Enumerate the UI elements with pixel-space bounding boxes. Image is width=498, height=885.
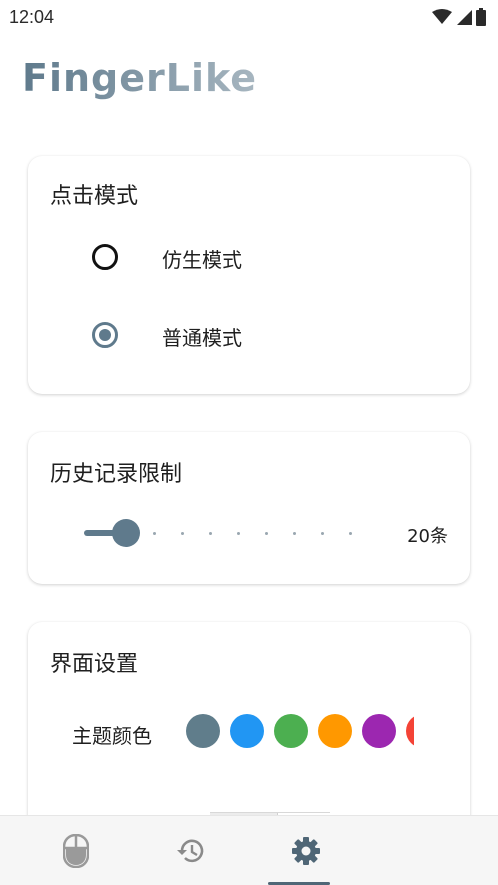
radio-option-normal[interactable]: 普通模式	[28, 310, 470, 360]
slider-tick	[348, 532, 352, 535]
theme-color-swatch[interactable]	[406, 714, 414, 748]
slider-tick	[292, 532, 296, 535]
theme-color-swatches	[186, 714, 414, 750]
history-limit-slider[interactable]	[84, 518, 354, 548]
slider-thumb[interactable]	[112, 519, 140, 547]
theme-color-label: 主题颜色	[72, 724, 152, 748]
bottom-navigation	[0, 815, 498, 885]
nav-item-mouse[interactable]	[16, 816, 136, 885]
theme-color-swatch[interactable]	[318, 714, 352, 748]
history-icon	[177, 839, 204, 863]
radio-option-bionic[interactable]: 仿生模式	[28, 232, 470, 282]
ui-settings-title: 界面设置	[50, 652, 139, 677]
history-limit-card: 历史记录限制 20条	[28, 432, 470, 584]
status-icons	[432, 8, 486, 26]
signal-icon	[457, 10, 472, 25]
slider-tick	[264, 532, 268, 535]
theme-color-swatch[interactable]	[274, 714, 308, 748]
battery-icon	[476, 8, 486, 26]
click-mode-card: 点击模式 仿生模式 普通模式	[28, 156, 470, 394]
status-bar: 12:04	[0, 0, 498, 34]
theme-color-swatch[interactable]	[362, 714, 396, 748]
nav-item-history[interactable]	[131, 816, 251, 885]
slider-tick	[180, 532, 184, 535]
theme-color-swatch[interactable]	[186, 714, 220, 748]
theme-color-swatch[interactable]	[230, 714, 264, 748]
radio-button-checked[interactable]	[92, 322, 118, 348]
status-time: 12:04	[9, 7, 55, 27]
click-mode-title: 点击模式	[50, 184, 139, 209]
mouse-icon	[63, 834, 89, 868]
nav-item-settings[interactable]	[246, 816, 366, 885]
slider-tick	[152, 532, 156, 535]
radio-label-normal: 普通模式	[162, 326, 242, 350]
slider-tick	[236, 532, 240, 535]
slider-tick	[320, 532, 324, 535]
app-title: FingerLike	[22, 56, 258, 100]
radio-label-bionic: 仿生模式	[162, 248, 242, 272]
wifi-icon	[432, 9, 452, 24]
slider-tick	[208, 532, 212, 535]
history-limit-value: 20条	[407, 526, 448, 547]
history-limit-title: 历史记录限制	[50, 462, 183, 487]
radio-button-unchecked[interactable]	[92, 244, 118, 270]
gear-icon	[292, 837, 320, 865]
